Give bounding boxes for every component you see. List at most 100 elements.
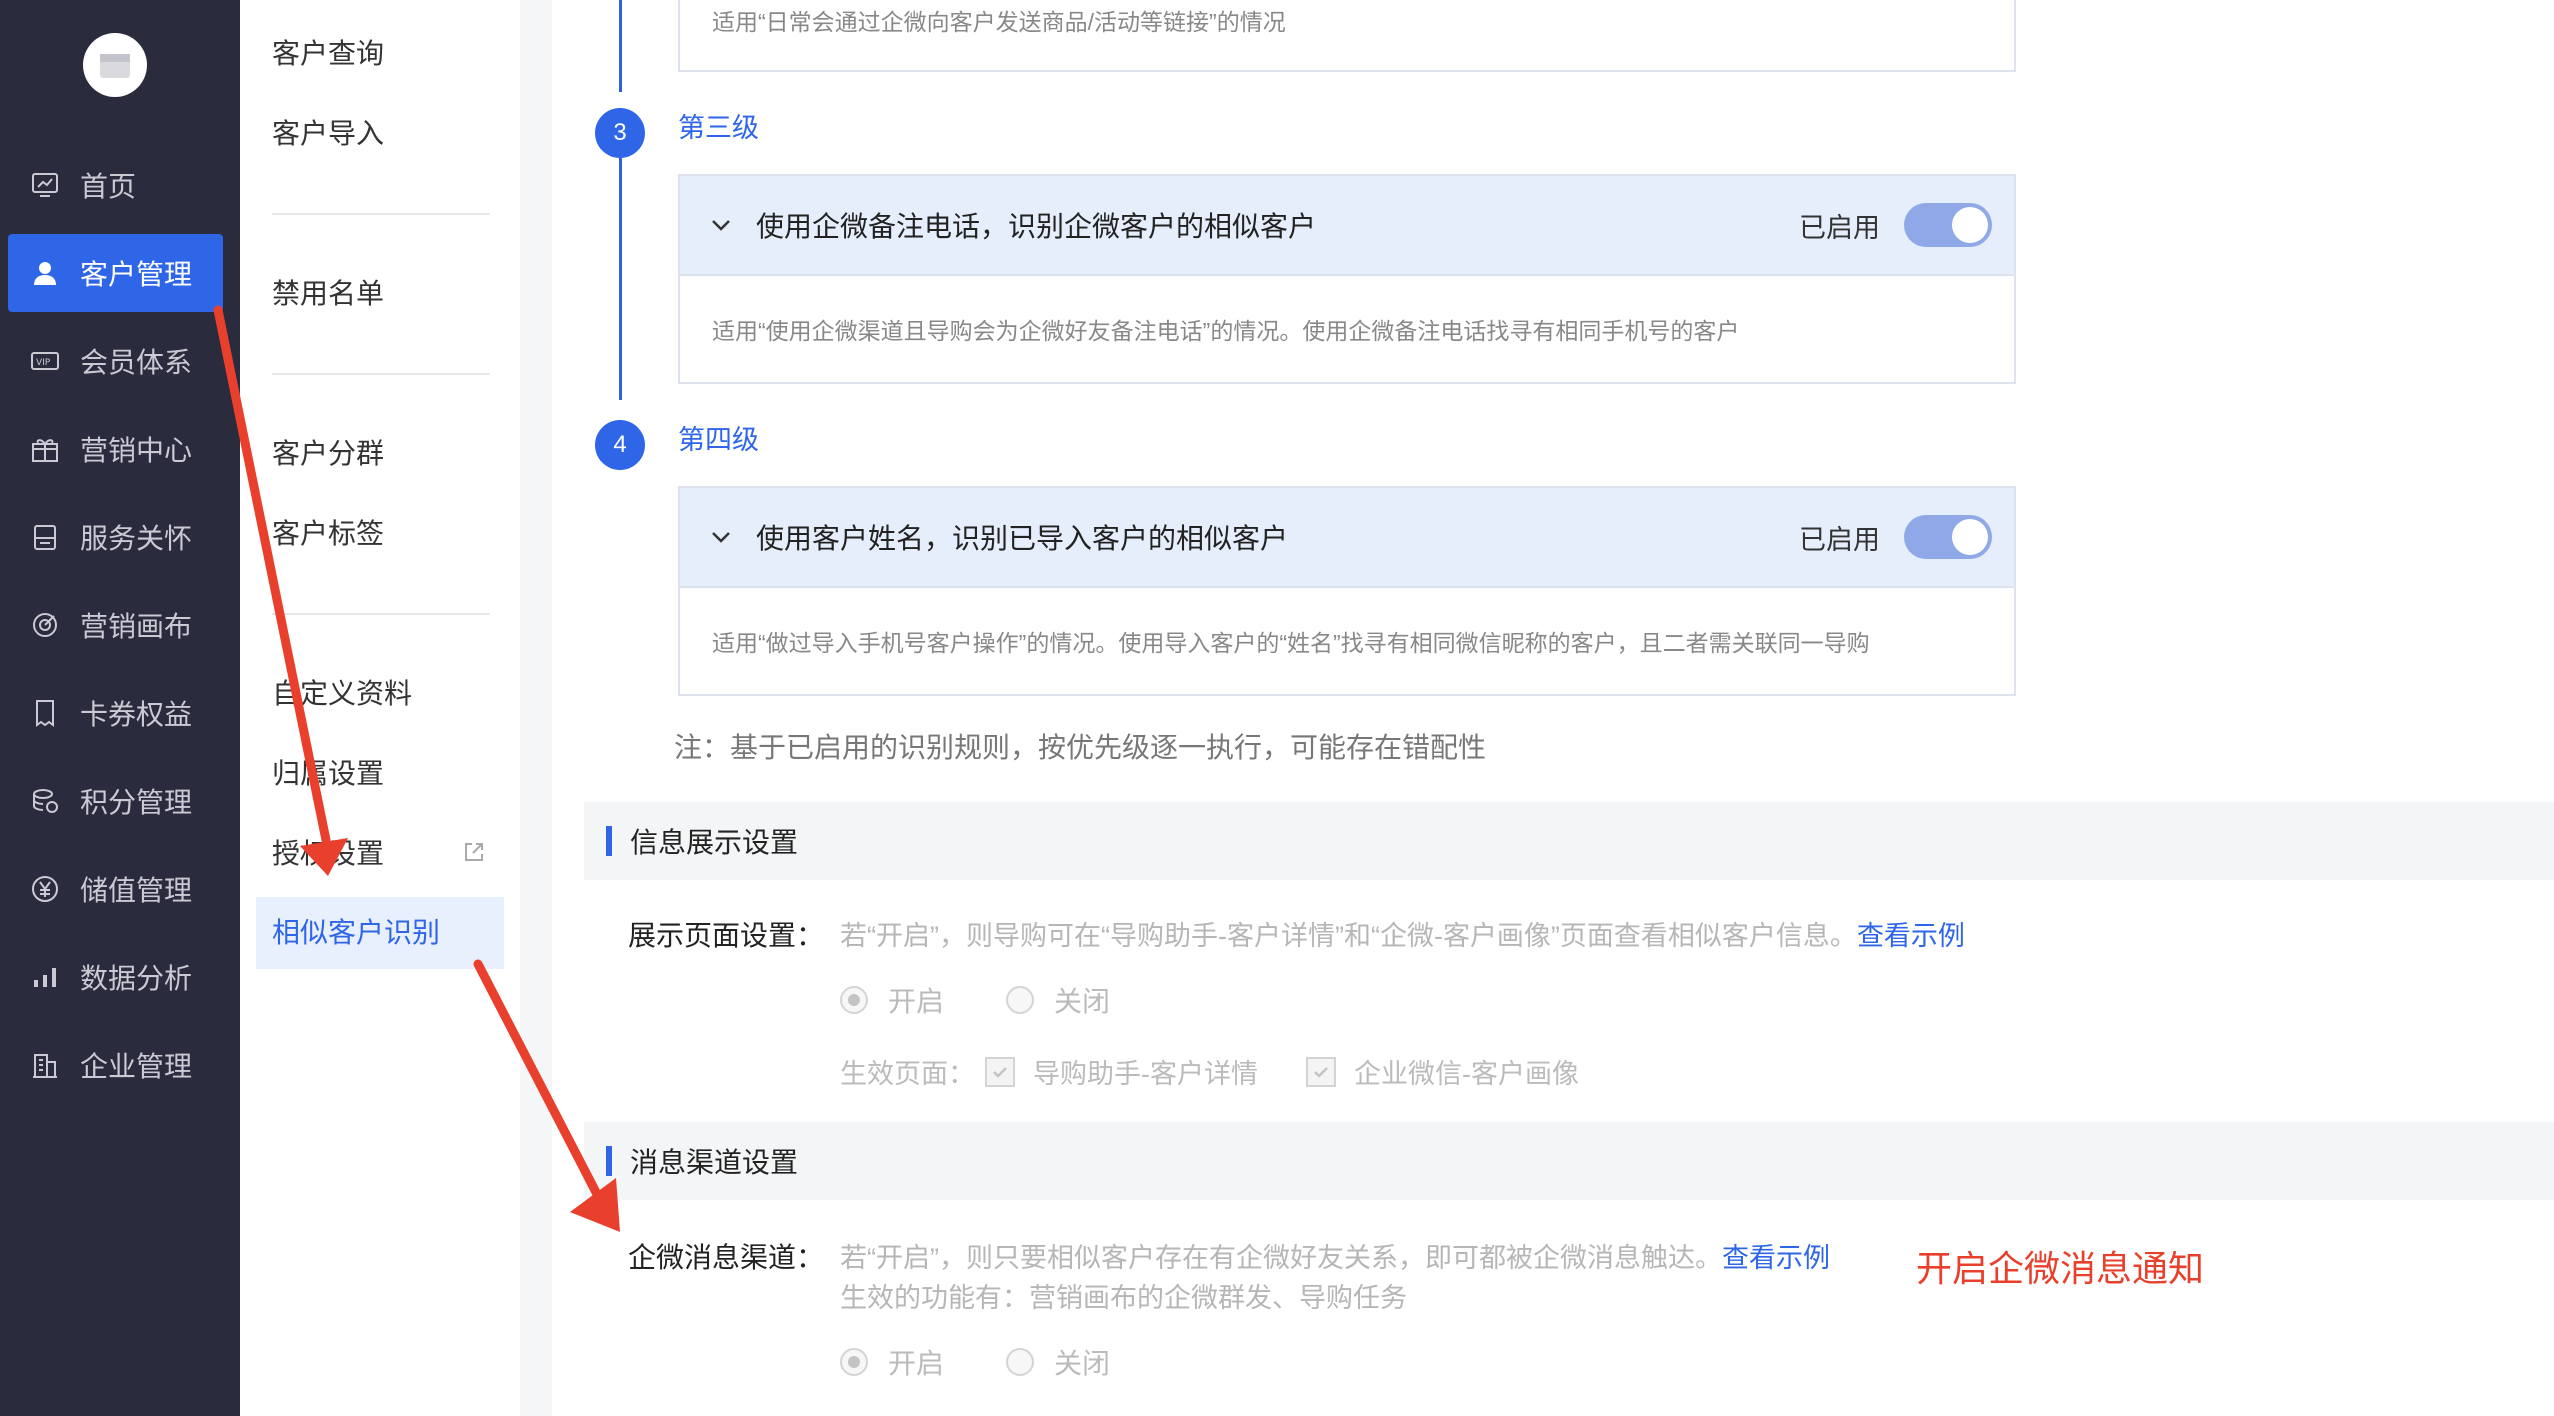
submenu-item-similar-customer[interactable]: 相似客户识别 [272, 913, 440, 953]
yen-icon [28, 872, 62, 906]
checkbox-guide-detail[interactable] [985, 1056, 1015, 1087]
submenu-item-customer-query[interactable]: 客户查询 [272, 34, 384, 74]
radio-on[interactable] [840, 1348, 868, 1376]
rule-title: 使用客户姓名，识别已导入客户的相似客户 [756, 523, 1289, 554]
submenu-item-customer-segment[interactable]: 客户分群 [272, 434, 384, 474]
radio-on-label: 开启 [888, 1348, 945, 1379]
display-page-desc: 若“开启”，则导购可在“导购助手-客户详情”和“企微-客户画像”页面查看相似客户… [840, 914, 1965, 953]
nav-item-member[interactable]: VIP 会员体系 [8, 322, 223, 400]
checkbox-wecom-portrait-label: 企业微信-客户画像 [1354, 1059, 1579, 1089]
divider [272, 213, 490, 215]
rule-description: 适用“做过导入手机号客户操作”的情况。使用导入客户的“姓名”找寻有相同微信昵称的… [712, 630, 1870, 656]
rule-title: 使用企微备注电话，识别企微客户的相似客户 [756, 211, 1317, 242]
timeline-line [619, 0, 622, 92]
nav-item-enterprise[interactable]: 企业管理 [8, 1026, 223, 1104]
nav-item-marketing[interactable]: 营销中心 [8, 410, 223, 488]
wecom-channel-desc-text: 若“开启”，则只要相似客户存在有企微好友关系，即可都被企微消息触达。 [840, 1243, 1722, 1273]
rules-note: 注：基于已启用的识别规则，按优先级逐一执行，可能存在错配性 [674, 732, 1487, 763]
nav-label: 首页 [80, 171, 137, 202]
rule-enable-toggle[interactable] [1904, 203, 1992, 247]
building-icon [28, 1048, 62, 1082]
wecom-channel-radio-group: 开启 关闭 [840, 1342, 1110, 1382]
section-header-info-display: 信息展示设置 [584, 802, 2554, 880]
wecom-channel-label: 企微消息渠道： [628, 1242, 825, 1273]
rule-enable-toggle[interactable] [1904, 515, 1992, 559]
level-title: 第四级 [678, 425, 759, 455]
rule-card-level2: 适用“日常会通过企微向客户发送商品/活动等链接”的情况 [678, 0, 2016, 72]
store-logo-icon[interactable] [83, 33, 147, 97]
radio-on-label: 开启 [888, 986, 945, 1017]
nav-label: 积分管理 [80, 787, 193, 818]
nav-label: 客户管理 [80, 259, 193, 290]
svg-text:VIP: VIP [36, 358, 51, 368]
rule-description: 适用“日常会通过企微向客户发送商品/活动等链接”的情况 [712, 9, 1286, 35]
display-page-label: 展示页面设置： [628, 920, 825, 951]
radio-off[interactable] [1006, 1348, 1035, 1376]
view-example-link[interactable]: 查看示例 [1722, 1243, 1830, 1273]
nav-label: 服务关怀 [80, 523, 193, 554]
rule-card-level4: 使用客户姓名，识别已导入客户的相似客户 已启用 适用“做过导入手机号客户操作”的… [678, 486, 2016, 696]
nav-item-analytics[interactable]: 数据分析 [8, 938, 223, 1016]
nav-label: 营销画布 [80, 611, 193, 642]
section-header-message-channel: 消息渠道设置 [584, 1122, 2554, 1200]
rule-card-header[interactable]: 使用客户姓名，识别已导入客户的相似客户 已启用 [680, 488, 2014, 588]
canvas-icon [28, 608, 62, 642]
nav-item-home[interactable]: 首页 [8, 146, 223, 224]
radio-on[interactable] [840, 986, 868, 1014]
rule-description: 适用“使用企微渠道且导购会为企微好友备注电话”的情况。使用企微备注电话找寻有相同… [712, 318, 1740, 344]
check-icon [993, 1066, 1007, 1078]
nav-item-customer[interactable]: 客户管理 [8, 234, 223, 312]
rule-card-level3: 使用企微备注电话，识别企微客户的相似客户 已启用 适用“使用企微渠道且导购会为企… [678, 174, 2016, 384]
check-icon [1314, 1066, 1328, 1078]
rule-status: 已启用 [1799, 524, 1880, 555]
chart-icon [28, 960, 62, 994]
submenu-item-auth-settings[interactable]: 授权设置 [272, 834, 384, 874]
view-example-link[interactable]: 查看示例 [1857, 921, 1965, 951]
service-icon [28, 520, 62, 554]
annotation-text: 开启企微消息通知 [1916, 1248, 2205, 1289]
nav-item-coupon[interactable]: 卡券权益 [8, 674, 223, 752]
effective-pages-row: 生效页面： 导购助手-客户详情 企业微信-客户画像 [840, 1052, 1579, 1091]
external-link-icon[interactable] [462, 840, 486, 864]
gift-icon [28, 432, 62, 466]
display-page-radio-group: 开启 关闭 [840, 980, 1110, 1020]
customer-submenu: 客户查询 客户导入 禁用名单 客户分群 客户标签 自定义资料 归属设置 授权设置… [240, 0, 522, 1416]
divider [272, 373, 490, 375]
nav-label: 卡券权益 [80, 699, 193, 730]
submenu-item-blocklist[interactable]: 禁用名单 [272, 274, 384, 314]
rule-status: 已启用 [1799, 212, 1880, 243]
level-title: 第三级 [678, 113, 759, 143]
nav-label: 企业管理 [80, 1051, 193, 1082]
main-sidebar: 首页 客户管理 VIP 会员体系 营销中心 服务关怀 营销画布 卡券权益 积分管… [0, 0, 240, 1416]
submenu-item-custom-profile[interactable]: 自定义资料 [272, 674, 412, 714]
divider [272, 613, 490, 615]
content-gutter [520, 0, 552, 1416]
rule-card-header[interactable]: 使用企微备注电话，识别企微客户的相似客户 已启用 [680, 176, 2014, 276]
submenu-item-customer-tags[interactable]: 客户标签 [272, 514, 384, 554]
wecom-channel-desc: 若“开启”，则只要相似客户存在有企微好友关系，即可都被企微消息触达。查看示例 [840, 1236, 1830, 1275]
dashboard-icon [28, 168, 62, 202]
nav-label: 会员体系 [80, 347, 193, 378]
nav-label: 数据分析 [80, 963, 193, 994]
points-icon [28, 784, 62, 818]
main-content: 适用“日常会通过企微向客户发送商品/活动等链接”的情况 3 第三级 使用企微备注… [552, 0, 2554, 1416]
vip-icon: VIP [28, 344, 62, 378]
user-icon [28, 256, 62, 290]
coupon-icon [28, 696, 62, 730]
section-marker [606, 1146, 612, 1176]
step-badge: 4 [595, 420, 645, 470]
nav-item-canvas[interactable]: 营销画布 [8, 586, 223, 664]
effective-pages-label: 生效页面： [840, 1059, 975, 1089]
timeline-line [619, 158, 622, 400]
section-title: 信息展示设置 [630, 827, 799, 858]
nav-item-service[interactable]: 服务关怀 [8, 498, 223, 576]
checkbox-wecom-portrait[interactable] [1306, 1056, 1336, 1087]
nav-item-points[interactable]: 积分管理 [8, 762, 223, 840]
nav-label: 营销中心 [80, 435, 193, 466]
nav-item-stored-value[interactable]: 储值管理 [8, 850, 223, 928]
chevron-down-icon[interactable] [708, 212, 734, 238]
chevron-down-icon[interactable] [708, 524, 734, 550]
submenu-item-customer-import[interactable]: 客户导入 [272, 114, 384, 154]
submenu-item-ownership-settings[interactable]: 归属设置 [272, 754, 384, 794]
radio-off[interactable] [1006, 986, 1035, 1014]
